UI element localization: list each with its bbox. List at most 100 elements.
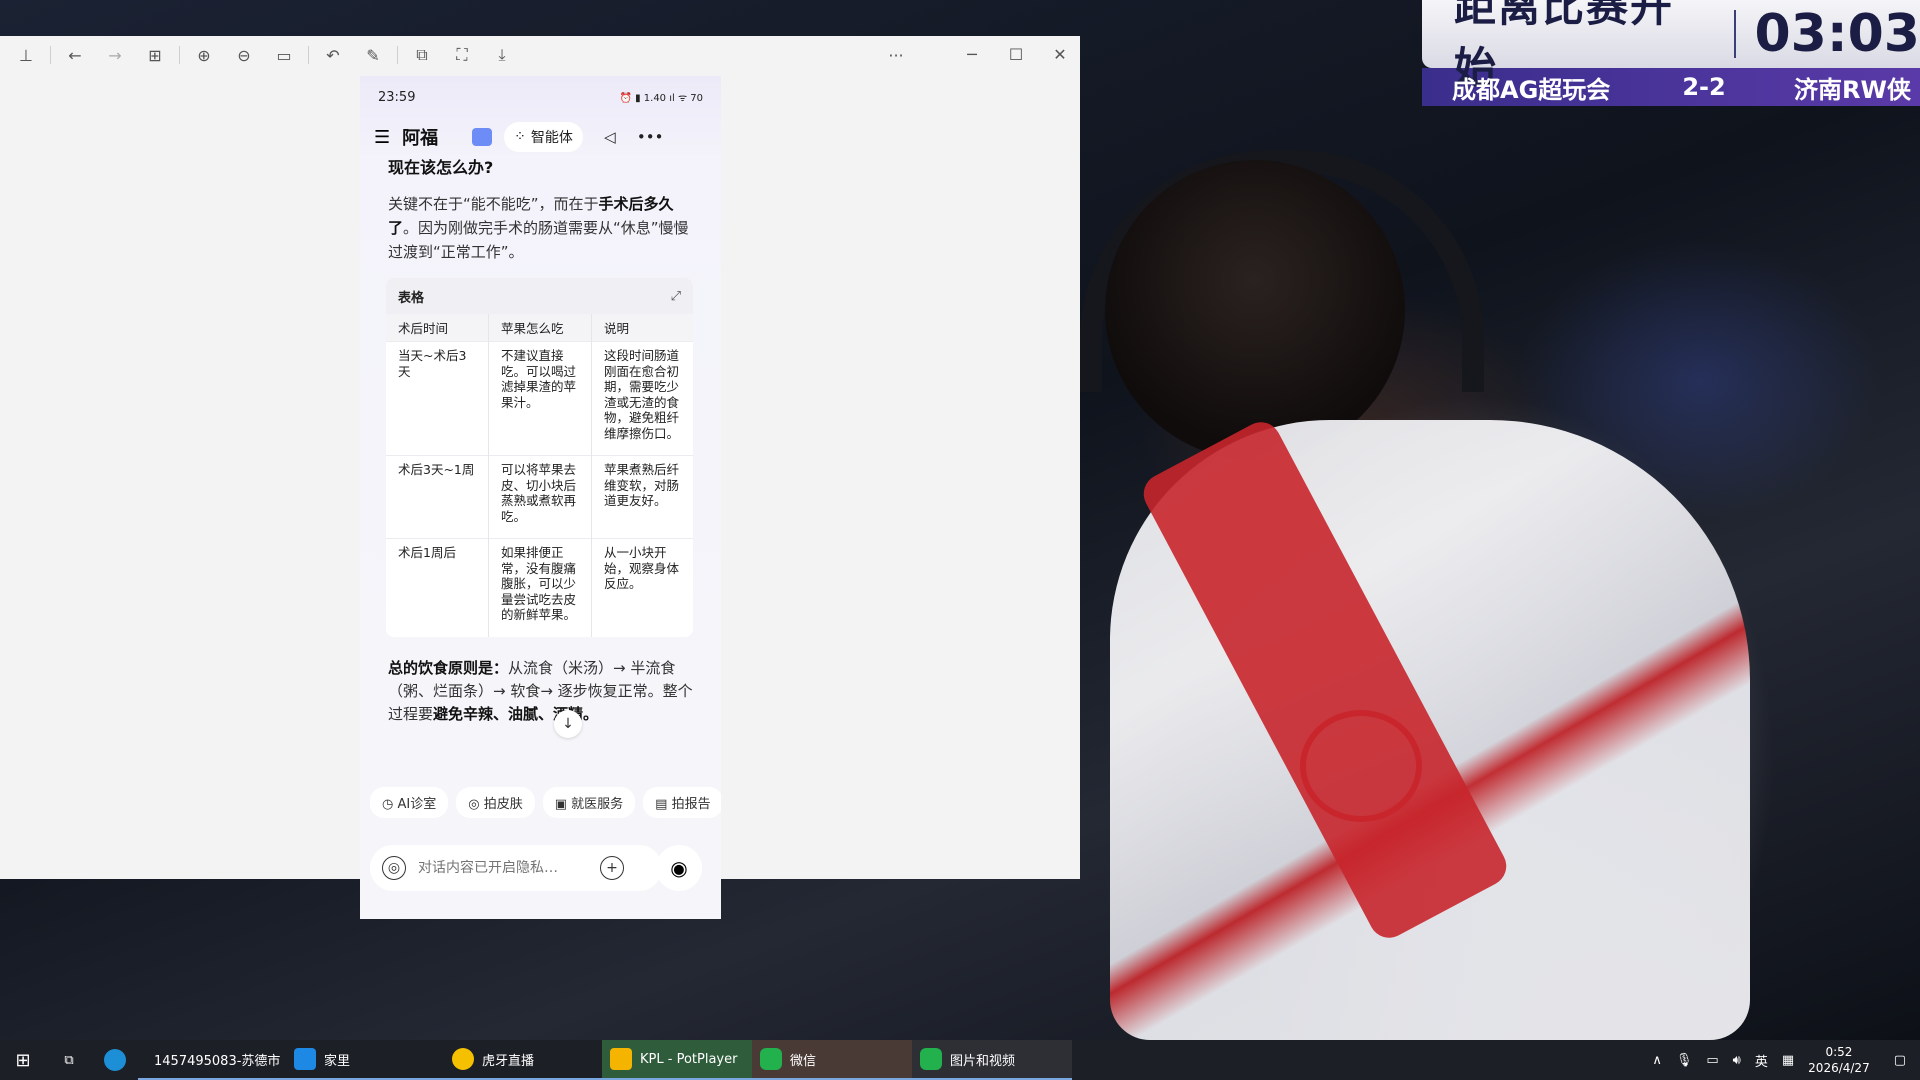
taskbar-item[interactable]: KPL - PotPlayer <box>602 1040 752 1080</box>
notification-icon[interactable]: ▢ <box>1894 1053 1906 1068</box>
tray-expand-icon[interactable]: ∧ <box>1652 1053 1662 1068</box>
quick-action-label: 拍报告 <box>671 797 711 812</box>
table-row: 术后1周后 如果排便正常，没有腹痛腹胀，可以少量尝试吃去皮的新鲜苹果。 从一小块… <box>386 538 693 637</box>
system-tray: ∧ 🎙︎ ▭ 🔊︎ 英 ▦ 0:52 2026/4/27 ▢ <box>1652 1040 1920 1080</box>
network-icon[interactable]: ▭ <box>1706 1053 1718 1068</box>
edit-icon[interactable]: ✎ <box>353 46 393 65</box>
start-icon[interactable]: ⊞ <box>0 1040 46 1080</box>
microphone-icon[interactable]: 🎙︎ <box>1676 1053 1693 1068</box>
table-cell: 术后3天~1周 <box>386 455 489 539</box>
quick-action-label: 就医服务 <box>571 797 624 812</box>
close-button[interactable]: ✕ <box>1038 36 1082 74</box>
zoom-out-icon[interactable]: ⊖ <box>224 46 264 65</box>
agent-button[interactable]: ⁘ 智能体 <box>504 122 583 152</box>
clock[interactable]: 0:52 2026/4/27 <box>1808 1044 1870 1076</box>
player-head <box>1105 160 1405 460</box>
taskbar-item[interactable]: 1457495083-苏德市 <box>138 1040 286 1080</box>
table-cell: 术后1周后 <box>386 538 489 637</box>
agent-label: 智能体 <box>530 130 573 146</box>
task-view-icon[interactable]: ⧉ <box>46 1040 92 1080</box>
team-right: 济南RW侠 <box>1794 75 1911 104</box>
diet-table: 术后时间 苹果怎么吃 说明 当天~术后3天 不建议直接吃。可以喝过滤掉果渣的苹果… <box>386 314 693 637</box>
quick-action-report[interactable]: ▤ 拍报告 <box>643 787 721 818</box>
status-icons: ⏰ ▮ 1.40 ıl ᯤ 70 <box>619 93 703 104</box>
clock-date: 2026/4/27 <box>1808 1061 1870 1075</box>
pin-icon[interactable]: ⊥ <box>6 46 46 65</box>
taskbar-item-label: 微信 <box>790 1053 817 1069</box>
column-header: 说明 <box>591 314 693 342</box>
expand-icon[interactable]: ⤢ <box>671 289 681 304</box>
table-cell: 不建议直接吃。可以喝过滤掉果渣的苹果汁。 <box>488 341 592 456</box>
input-language[interactable]: 英 <box>1755 1051 1768 1070</box>
phone-screenshot: 23:59 ⏰ ▮ 1.40 ıl ᯤ 70 ☰ 阿福 ⁘ 智能体 ◁ ••• … <box>360 76 721 919</box>
rotate-icon[interactable]: ↶ <box>313 46 353 65</box>
app-icon <box>294 1048 316 1070</box>
table-cell: 当天~术后3天 <box>386 341 489 456</box>
photo-viewer-window: ⊥ ← → ⊞ ⊕ ⊖ ▭ ↶ ✎ ⧉ ⛶ ⤓ ··· ─ ☐ ✕ 23:59 … <box>0 36 1080 919</box>
para-text-1: 关键不在于“能不能吃”，而在于 <box>388 195 599 213</box>
scoreboard: 距离比赛开始 03:03 成都AG超玩会 2-2 济南RW侠 <box>1422 0 1920 106</box>
app-icon <box>610 1048 632 1070</box>
agent-icon: ⁘ <box>514 129 526 145</box>
taskbar-item[interactable]: 微信 <box>752 1040 912 1080</box>
camera-icon[interactable]: ◉ <box>656 845 702 891</box>
app-icon <box>920 1048 942 1070</box>
minimize-button[interactable]: ─ <box>950 36 994 74</box>
voice-icon[interactable]: ◎ <box>382 856 406 880</box>
copy-icon[interactable]: ⧉ <box>402 45 442 65</box>
plus-icon[interactable]: + <box>600 856 624 880</box>
app-icon <box>760 1048 782 1070</box>
ag-logo <box>1300 710 1422 822</box>
toolbar-divider <box>50 46 51 64</box>
table-header-row: 术后时间 苹果怎么吃 说明 <box>386 314 693 342</box>
quick-action-medical[interactable]: ▣ 就医服务 <box>542 787 636 818</box>
volume-icon[interactable]: 🔊︎ <box>1733 1053 1741 1068</box>
maximize-button[interactable]: ☐ <box>994 36 1038 74</box>
back-icon[interactable]: ← <box>55 46 95 65</box>
taskbar-item[interactable]: 家里 <box>286 1040 444 1080</box>
quick-action-label: 拍皮肤 <box>483 797 523 812</box>
more-icon[interactable]: ••• <box>637 128 664 146</box>
chat-input[interactable] <box>416 859 600 877</box>
column-header: 苹果怎么吃 <box>488 314 592 342</box>
fit-icon[interactable]: ▭ <box>264 46 304 65</box>
table-header-bar: 表格 ⤢ <box>386 278 693 314</box>
table-cell: 从一小块开始，观察身体反应。 <box>591 538 693 637</box>
edge-icon[interactable] <box>92 1040 138 1080</box>
menu-icon[interactable]: ☰ <box>374 127 390 148</box>
table-row: 术后3天~1周 可以将苹果去皮、切小块后蒸熟或煮软再吃。 苹果煮熟后纤维变软，对… <box>386 455 693 539</box>
table-row: 当天~术后3天 不建议直接吃。可以喝过滤掉果渣的苹果汁。 这段时间肠道刚面在愈合… <box>386 341 693 456</box>
viewer-toolbar: ⊥ ← → ⊞ ⊕ ⊖ ▭ ↶ ✎ ⧉ ⛶ ⤓ ··· ─ ☐ ✕ <box>0 36 1080 74</box>
column-header: 术后时间 <box>386 314 489 342</box>
taskbar-item[interactable]: 虎牙直播 <box>444 1040 602 1080</box>
scroll-down-icon[interactable]: ↓ <box>554 709 582 738</box>
window-controls: ─ ☐ ✕ <box>950 36 1082 74</box>
scoreboard-teams: 成都AG超玩会 2-2 济南RW侠 <box>1422 68 1920 106</box>
save-icon[interactable]: ⤓ <box>482 45 522 65</box>
keyboard-icon[interactable]: ▦ <box>1782 1053 1794 1068</box>
table-title: 表格 <box>398 290 425 306</box>
grid-icon[interactable]: ⊞ <box>135 46 175 65</box>
taskbar-item-label: 图片和视频 <box>950 1053 1016 1069</box>
taskbar: ⊞ ⧉ 1457495083-苏德市 家里 虎牙直播 KPL - PotPlay… <box>0 1040 1920 1080</box>
para-text-2: 。因为刚做完手术的肠道需要从“休息”慢慢过渡到“正常工作”。 <box>388 219 689 261</box>
more-button[interactable]: ··· <box>876 46 916 65</box>
quick-action-ai-clinic[interactable]: ◷ AI诊室 <box>370 787 449 818</box>
toolbar-divider <box>179 46 180 64</box>
table-cell: 苹果煮熟后纤维变软，对肠道更友好。 <box>591 455 693 539</box>
taskbar-item-label: 1457495083-苏德市 <box>154 1053 281 1069</box>
speaker-icon[interactable]: ◁ <box>597 128 623 146</box>
zoom-in-icon[interactable]: ⊕ <box>184 46 224 65</box>
toolbar-divider <box>308 46 309 64</box>
table-cell: 可以将苹果去皮、切小块后蒸熟或煮软再吃。 <box>488 455 592 539</box>
taskbar-item[interactable]: 图片和视频 <box>912 1040 1072 1080</box>
crop-icon[interactable]: ⛶ <box>442 45 482 65</box>
answer-paragraph: 关键不在于“能不能吃”，而在于手术后多久了。因为刚做完手术的肠道需要从“休息”慢… <box>388 192 695 264</box>
section-heading: 现在该怎么办? <box>388 158 494 177</box>
team-left: 成都AG超玩会 <box>1452 75 1611 104</box>
gift-icon[interactable] <box>472 128 493 146</box>
forward-icon[interactable]: → <box>95 46 135 65</box>
app-name: 阿福 <box>402 128 439 149</box>
series-score: 2-2 <box>1682 73 1726 101</box>
quick-action-skin[interactable]: ◎ 拍皮肤 <box>456 787 535 818</box>
